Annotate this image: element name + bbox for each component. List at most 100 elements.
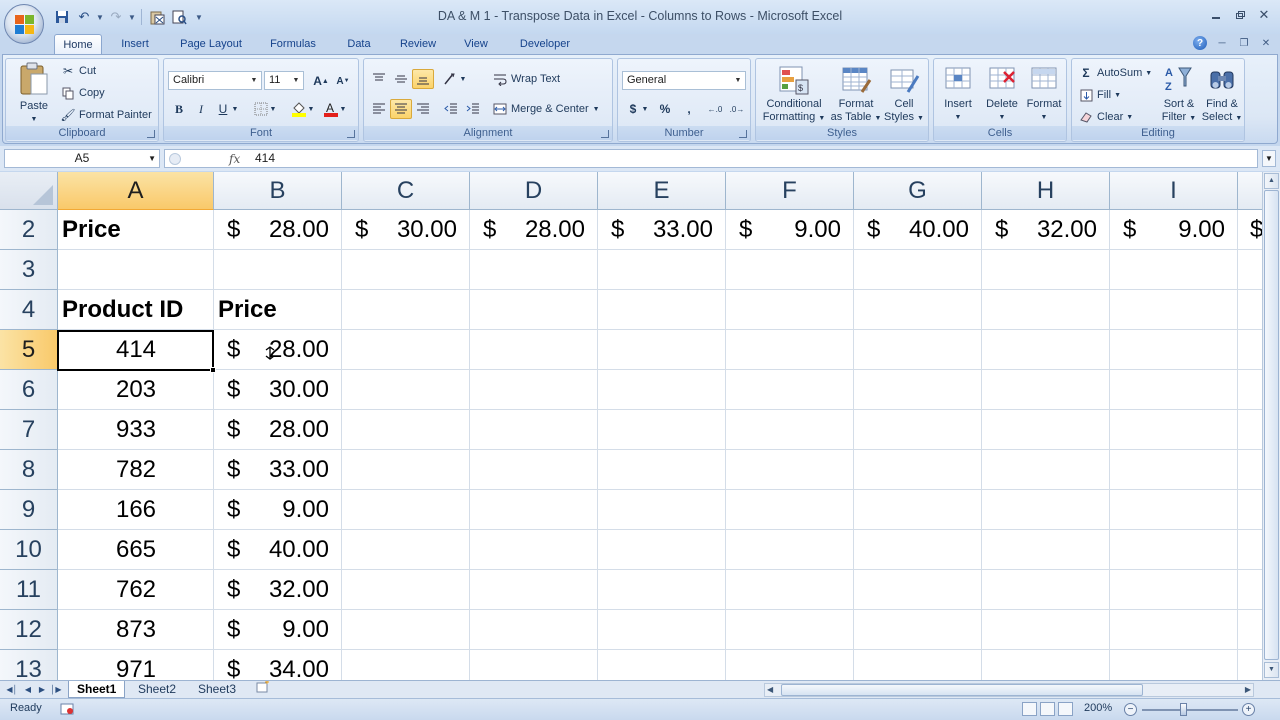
vertical-scrollbar[interactable]: ▲ ▼ [1262,172,1280,680]
font-size-combo[interactable]: 11 ▼ [264,71,304,90]
cell-a9[interactable]: 166 [58,490,214,530]
scroll-right-icon[interactable]: ▶ [1245,684,1251,696]
row-header-2[interactable]: 2 [0,210,58,250]
cell-b12[interactable]: $9.00 [214,610,342,650]
first-sheet-icon[interactable]: ◀│ [6,683,18,696]
cell-a11[interactable]: 762 [58,570,214,610]
cell-b7[interactable]: $28.00 [214,410,342,450]
vertical-scroll-thumb[interactable] [1264,190,1279,660]
insert-function-icon[interactable]: fx [229,150,240,168]
cell-a2[interactable]: Price [62,210,121,250]
fill-color-dropdown-icon[interactable]: ▼ [306,99,316,119]
format-painter-button[interactable]: 🖌 Format Painter [60,107,151,123]
zoom-slider-track[interactable] [1142,709,1238,711]
select-all-button[interactable] [0,172,58,210]
row-header-4[interactable]: 4 [0,290,58,330]
row-header-6[interactable]: 6 [0,370,58,410]
minimize-icon[interactable] [1204,4,1228,26]
formula-value[interactable]: 414 [255,150,275,167]
name-box[interactable]: A5 ▼ [4,149,160,168]
cell-a13[interactable]: 971 [58,650,214,680]
cell-j2-partial[interactable]: $ [1250,210,1262,250]
tab-insert[interactable]: Insert [112,34,158,54]
cell-b11[interactable]: $32.00 [214,570,342,610]
insert-sheet-icon[interactable] [252,680,274,698]
cell-b2[interactable]: $28.00 [214,210,342,250]
conditional-formatting-button[interactable]: $ Conditional Formatting ▼ [758,64,830,125]
row-header-12[interactable]: 12 [0,610,58,650]
bottom-align-icon[interactable] [412,69,434,89]
middle-align-icon[interactable] [390,69,412,89]
macro-record-icon[interactable] [60,702,74,716]
row-header-5[interactable]: 5 [0,330,58,370]
shrink-font-icon[interactable]: A ▼ [332,71,354,91]
scroll-left-icon[interactable]: ◀ [767,684,773,696]
scroll-down-icon[interactable]: ▼ [1264,662,1279,678]
column-header-e[interactable]: E [598,172,726,210]
cell-a12[interactable]: 873 [58,610,214,650]
sort-filter-button[interactable]: AZ Sort & Filter ▼ [1156,64,1202,125]
column-header-a[interactable]: A [58,172,214,210]
clipboard-launcher-icon[interactable] [147,130,155,138]
last-sheet-icon[interactable]: │▶ [50,683,62,696]
cell-b10[interactable]: $40.00 [214,530,342,570]
top-align-icon[interactable] [368,69,390,89]
tab-review[interactable]: Review [392,34,444,54]
zoom-level[interactable]: 200% [1084,702,1112,714]
wrap-text-button[interactable]: Wrap Text [492,71,560,87]
cell-e2[interactable]: $33.00 [598,210,726,250]
column-header-d[interactable]: D [470,172,598,210]
column-header-i[interactable]: I [1110,172,1238,210]
column-header-h[interactable]: H [982,172,1110,210]
workbook-minimize-icon[interactable]: ─ [1214,35,1230,51]
merge-center-button[interactable]: Merge & Center ▼ [492,101,600,117]
sheet-tab-3[interactable]: Sheet3 [190,681,244,698]
orientation-dropdown-icon[interactable]: ▼ [458,69,468,89]
align-center-icon[interactable] [390,99,412,119]
cell-d2[interactable]: $28.00 [470,210,598,250]
format-cells-button[interactable]: Format ▼ [1022,64,1066,124]
currency-dropdown-icon[interactable]: ▼ [640,99,650,119]
number-format-combo[interactable]: General ▼ [622,71,746,90]
row-header-3[interactable]: 3 [0,250,58,290]
restore-icon[interactable] [1228,4,1252,26]
next-sheet-icon[interactable]: ▶ [36,683,48,696]
cell-a4[interactable]: Product ID [62,290,183,330]
zoom-out-icon[interactable]: − [1124,703,1137,716]
column-header-partial[interactable] [1238,172,1262,210]
borders-dropdown-icon[interactable]: ▼ [268,99,278,119]
cell-b5[interactable]: $28.00 [214,330,342,370]
cell-b4[interactable]: Price [218,290,277,330]
sheet-tab-1[interactable]: Sheet1 [68,681,126,698]
worksheet-grid[interactable]: A B C D E F G H I 2 3 4 5 6 7 8 9 10 11 … [0,172,1262,680]
cell-c2[interactable]: $30.00 [342,210,470,250]
scroll-up-icon[interactable]: ▲ [1264,173,1279,189]
horizontal-scrollbar[interactable]: ◀ ▶ [764,683,1254,697]
column-header-b[interactable]: B [214,172,342,210]
underline-dropdown-icon[interactable]: ▼ [230,99,240,119]
cell-i2[interactable]: $9.00 [1110,210,1238,250]
comma-format-button[interactable]: , [678,99,700,119]
cell-b6[interactable]: $30.00 [214,370,342,410]
autosum-button[interactable]: Σ AutoSum ▼ [1078,65,1152,81]
insert-cells-button[interactable]: Insert ▼ [936,64,980,124]
tab-view[interactable]: View [456,34,496,54]
font-launcher-icon[interactable] [347,130,355,138]
percent-format-button[interactable]: % [654,99,676,119]
cell-b8[interactable]: $33.00 [214,450,342,490]
row-header-9[interactable]: 9 [0,490,58,530]
sheet-tab-2[interactable]: Sheet2 [130,681,184,698]
increase-indent-icon[interactable] [462,99,484,119]
number-launcher-icon[interactable] [739,130,747,138]
tab-page-layout[interactable]: Page Layout [172,34,250,54]
tab-home[interactable]: Home [54,34,102,54]
grow-font-icon[interactable]: A ▲ [310,71,332,91]
row-header-13[interactable]: 13 [0,650,58,680]
decrease-indent-icon[interactable] [440,99,462,119]
cell-g2[interactable]: $40.00 [854,210,982,250]
fill-handle[interactable] [210,367,216,373]
close-icon[interactable]: ✕ [1252,4,1276,26]
alignment-launcher-icon[interactable] [601,130,609,138]
font-color-dropdown-icon[interactable]: ▼ [338,99,348,119]
tab-developer[interactable]: Developer [510,34,580,54]
